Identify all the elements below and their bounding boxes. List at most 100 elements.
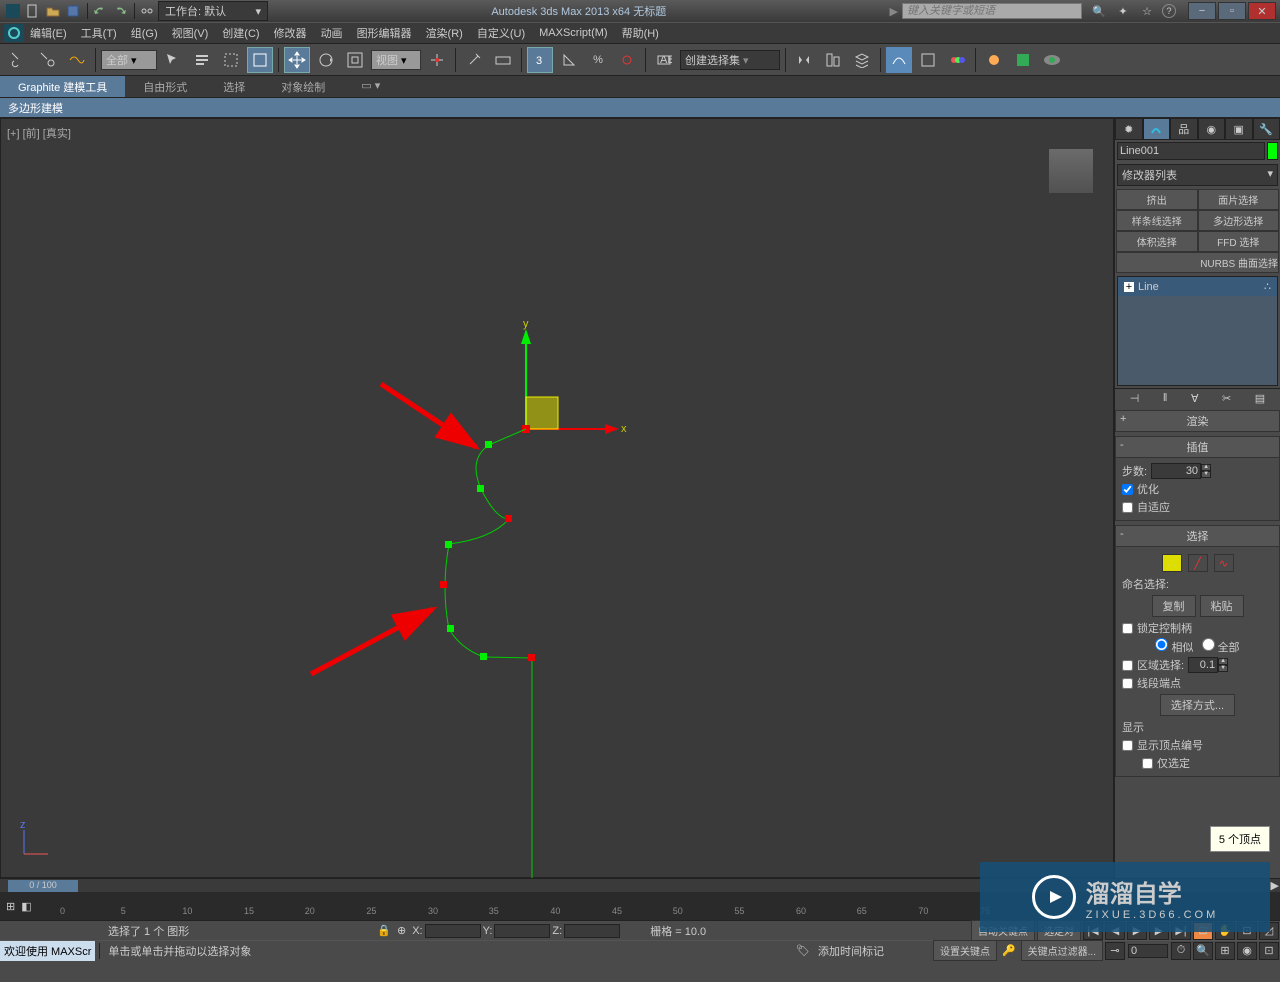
current-frame-input[interactable] xyxy=(1128,944,1168,958)
schematic-icon[interactable] xyxy=(915,47,941,73)
restore-button[interactable]: ▫ xyxy=(1218,2,1246,20)
only-sel-checkbox[interactable] xyxy=(1142,758,1153,769)
tab-selection[interactable]: 选择 xyxy=(205,76,263,97)
mod-btn-ffd[interactable]: FFD 选择 xyxy=(1198,231,1280,252)
spline-subobj-icon[interactable]: ∿ xyxy=(1214,554,1234,572)
ribbon-panel-label[interactable]: 多边形建模 xyxy=(0,98,1280,118)
app-logo[interactable] xyxy=(4,24,24,42)
lock-icon[interactable]: 🔒 xyxy=(377,924,391,937)
close-button[interactable]: ✕ xyxy=(1248,2,1276,20)
unique-icon[interactable]: ∀ xyxy=(1191,392,1199,405)
mod-btn-spline[interactable]: 样条线选择 xyxy=(1116,210,1198,231)
help-icon[interactable]: ? xyxy=(1162,4,1176,18)
percent-snap-icon[interactable]: % xyxy=(585,47,611,73)
app-icon[interactable] xyxy=(4,2,22,20)
menu-graph[interactable]: 图形编辑器 xyxy=(357,25,412,41)
new-icon[interactable] xyxy=(24,2,42,20)
menu-modifiers[interactable]: 修改器 xyxy=(274,25,307,41)
key-mode-icon[interactable]: ⊸ xyxy=(1105,942,1125,960)
zoom-all-icon[interactable]: ⊞ xyxy=(1215,942,1235,960)
menu-customize[interactable]: 自定义(U) xyxy=(477,25,525,41)
menu-views[interactable]: 视图(V) xyxy=(172,25,209,41)
mod-btn-patch[interactable]: 面片选择 xyxy=(1198,189,1280,210)
render-setup-icon[interactable] xyxy=(981,47,1007,73)
similar-radio[interactable]: 相似 xyxy=(1155,638,1193,655)
ref-coord-dropdown[interactable]: 视图 ▾ xyxy=(371,50,421,70)
undo-icon[interactable] xyxy=(91,2,109,20)
angle-snap-icon[interactable] xyxy=(556,47,582,73)
curve-editor-icon[interactable] xyxy=(886,47,912,73)
vertex-subobj-icon[interactable]: ∴ xyxy=(1162,554,1182,572)
tab-freeform[interactable]: 自由形式 xyxy=(125,76,205,97)
minimize-button[interactable]: − xyxy=(1188,2,1216,20)
object-name-input[interactable] xyxy=(1117,142,1265,160)
stack-vertex-icon[interactable]: ∴ xyxy=(1264,280,1271,293)
segment-subobj-icon[interactable]: ╱ xyxy=(1188,554,1208,572)
time-slider-handle[interactable]: 0 / 100 xyxy=(8,880,78,892)
remove-mod-icon[interactable]: ✂ xyxy=(1222,392,1231,405)
modify-tab-icon[interactable] xyxy=(1143,118,1171,140)
align-icon[interactable] xyxy=(820,47,846,73)
area-sel-input[interactable] xyxy=(1188,657,1218,673)
key-icon[interactable]: 🔑 xyxy=(1002,944,1016,957)
keyboard-icon[interactable] xyxy=(490,47,516,73)
mini-curve-icon[interactable]: ◧ xyxy=(21,900,31,913)
object-color-swatch[interactable] xyxy=(1267,142,1278,160)
pin-stack-icon[interactable]: ⊣ xyxy=(1130,392,1140,405)
seg-end-checkbox[interactable] xyxy=(1122,678,1133,689)
create-tab-icon[interactable]: ✹ xyxy=(1115,118,1143,140)
max-viewport-icon[interactable]: ⊡ xyxy=(1259,942,1279,960)
x-input[interactable] xyxy=(425,924,481,938)
track-expand-icon[interactable]: ⊞ xyxy=(6,900,15,913)
motion-tab-icon[interactable]: ◉ xyxy=(1198,118,1226,140)
time-config-icon[interactable]: ⏱ xyxy=(1171,942,1191,960)
expand-icon[interactable]: + xyxy=(1124,282,1134,292)
manipulate-icon[interactable] xyxy=(461,47,487,73)
steps-input[interactable] xyxy=(1151,463,1201,479)
menu-group[interactable]: 组(G) xyxy=(131,25,158,41)
search-arrow[interactable]: ▶ xyxy=(890,5,898,18)
named-selection-dropdown[interactable]: 创建选择集 ▾ xyxy=(680,50,780,70)
render-frame-icon[interactable] xyxy=(1010,47,1036,73)
set-key-button[interactable]: 设置关键点 xyxy=(933,940,997,961)
comm-icon[interactable]: ✦ xyxy=(1114,2,1132,20)
spinner-snap-icon[interactable] xyxy=(614,47,640,73)
save-icon[interactable] xyxy=(64,2,82,20)
mirror-icon[interactable] xyxy=(791,47,817,73)
edit-named-sel-icon[interactable]: ABC xyxy=(651,47,677,73)
spin-down[interactable]: ▼ xyxy=(1201,471,1211,478)
display-tab-icon[interactable]: ▣ xyxy=(1225,118,1253,140)
y-input[interactable] xyxy=(494,924,550,938)
show-end-icon[interactable]: ‖ xyxy=(1163,392,1168,405)
rotate-icon[interactable] xyxy=(313,47,339,73)
workspace-dropdown[interactable]: 工作台: 默认▾ xyxy=(158,1,268,21)
layers-icon[interactable] xyxy=(849,47,875,73)
adaptive-checkbox[interactable] xyxy=(1122,502,1133,513)
window-crossing-icon[interactable] xyxy=(247,47,273,73)
menu-help[interactable]: 帮助(H) xyxy=(622,25,659,41)
key-filter-button[interactable]: 关键点过滤器... xyxy=(1021,940,1103,961)
scale-icon[interactable] xyxy=(342,47,368,73)
stack-item-line[interactable]: + Line ∴ xyxy=(1118,277,1277,296)
time-tag-icon[interactable]: 🏷 xyxy=(796,944,810,957)
lock-handles-checkbox[interactable] xyxy=(1122,623,1133,634)
utilities-tab-icon[interactable]: 🔧 xyxy=(1253,118,1280,140)
unlink-icon[interactable] xyxy=(35,47,61,73)
snap-toggle-icon[interactable]: 3 xyxy=(527,47,553,73)
sel-method-button[interactable]: 选择方式... xyxy=(1160,694,1235,716)
select-name-icon[interactable] xyxy=(189,47,215,73)
modifier-list-dropdown[interactable]: 修改器列表▾ xyxy=(1117,164,1278,186)
render-icon[interactable] xyxy=(1039,47,1065,73)
mod-btn-nurbs[interactable]: NURBS 曲面选择 xyxy=(1116,252,1279,273)
open-icon[interactable] xyxy=(44,2,62,20)
paste-button[interactable]: 粘贴 xyxy=(1200,595,1244,617)
time-ruler[interactable]: 0 5 10 15 20 25 30 35 40 45 50 55 60 65 … xyxy=(60,892,980,920)
tab-paint[interactable]: 对象绘制 xyxy=(263,76,343,97)
copy-button[interactable]: 复制 xyxy=(1152,595,1196,617)
ribbon-dropdown[interactable]: ▭ ▾ xyxy=(343,76,398,97)
rollout-render[interactable]: +渲染 xyxy=(1115,410,1280,432)
move-icon[interactable] xyxy=(284,47,310,73)
star-icon[interactable]: ☆ xyxy=(1138,2,1156,20)
tab-graphite[interactable]: Graphite 建模工具 xyxy=(0,76,125,97)
mod-btn-vol[interactable]: 体积选择 xyxy=(1116,231,1198,252)
